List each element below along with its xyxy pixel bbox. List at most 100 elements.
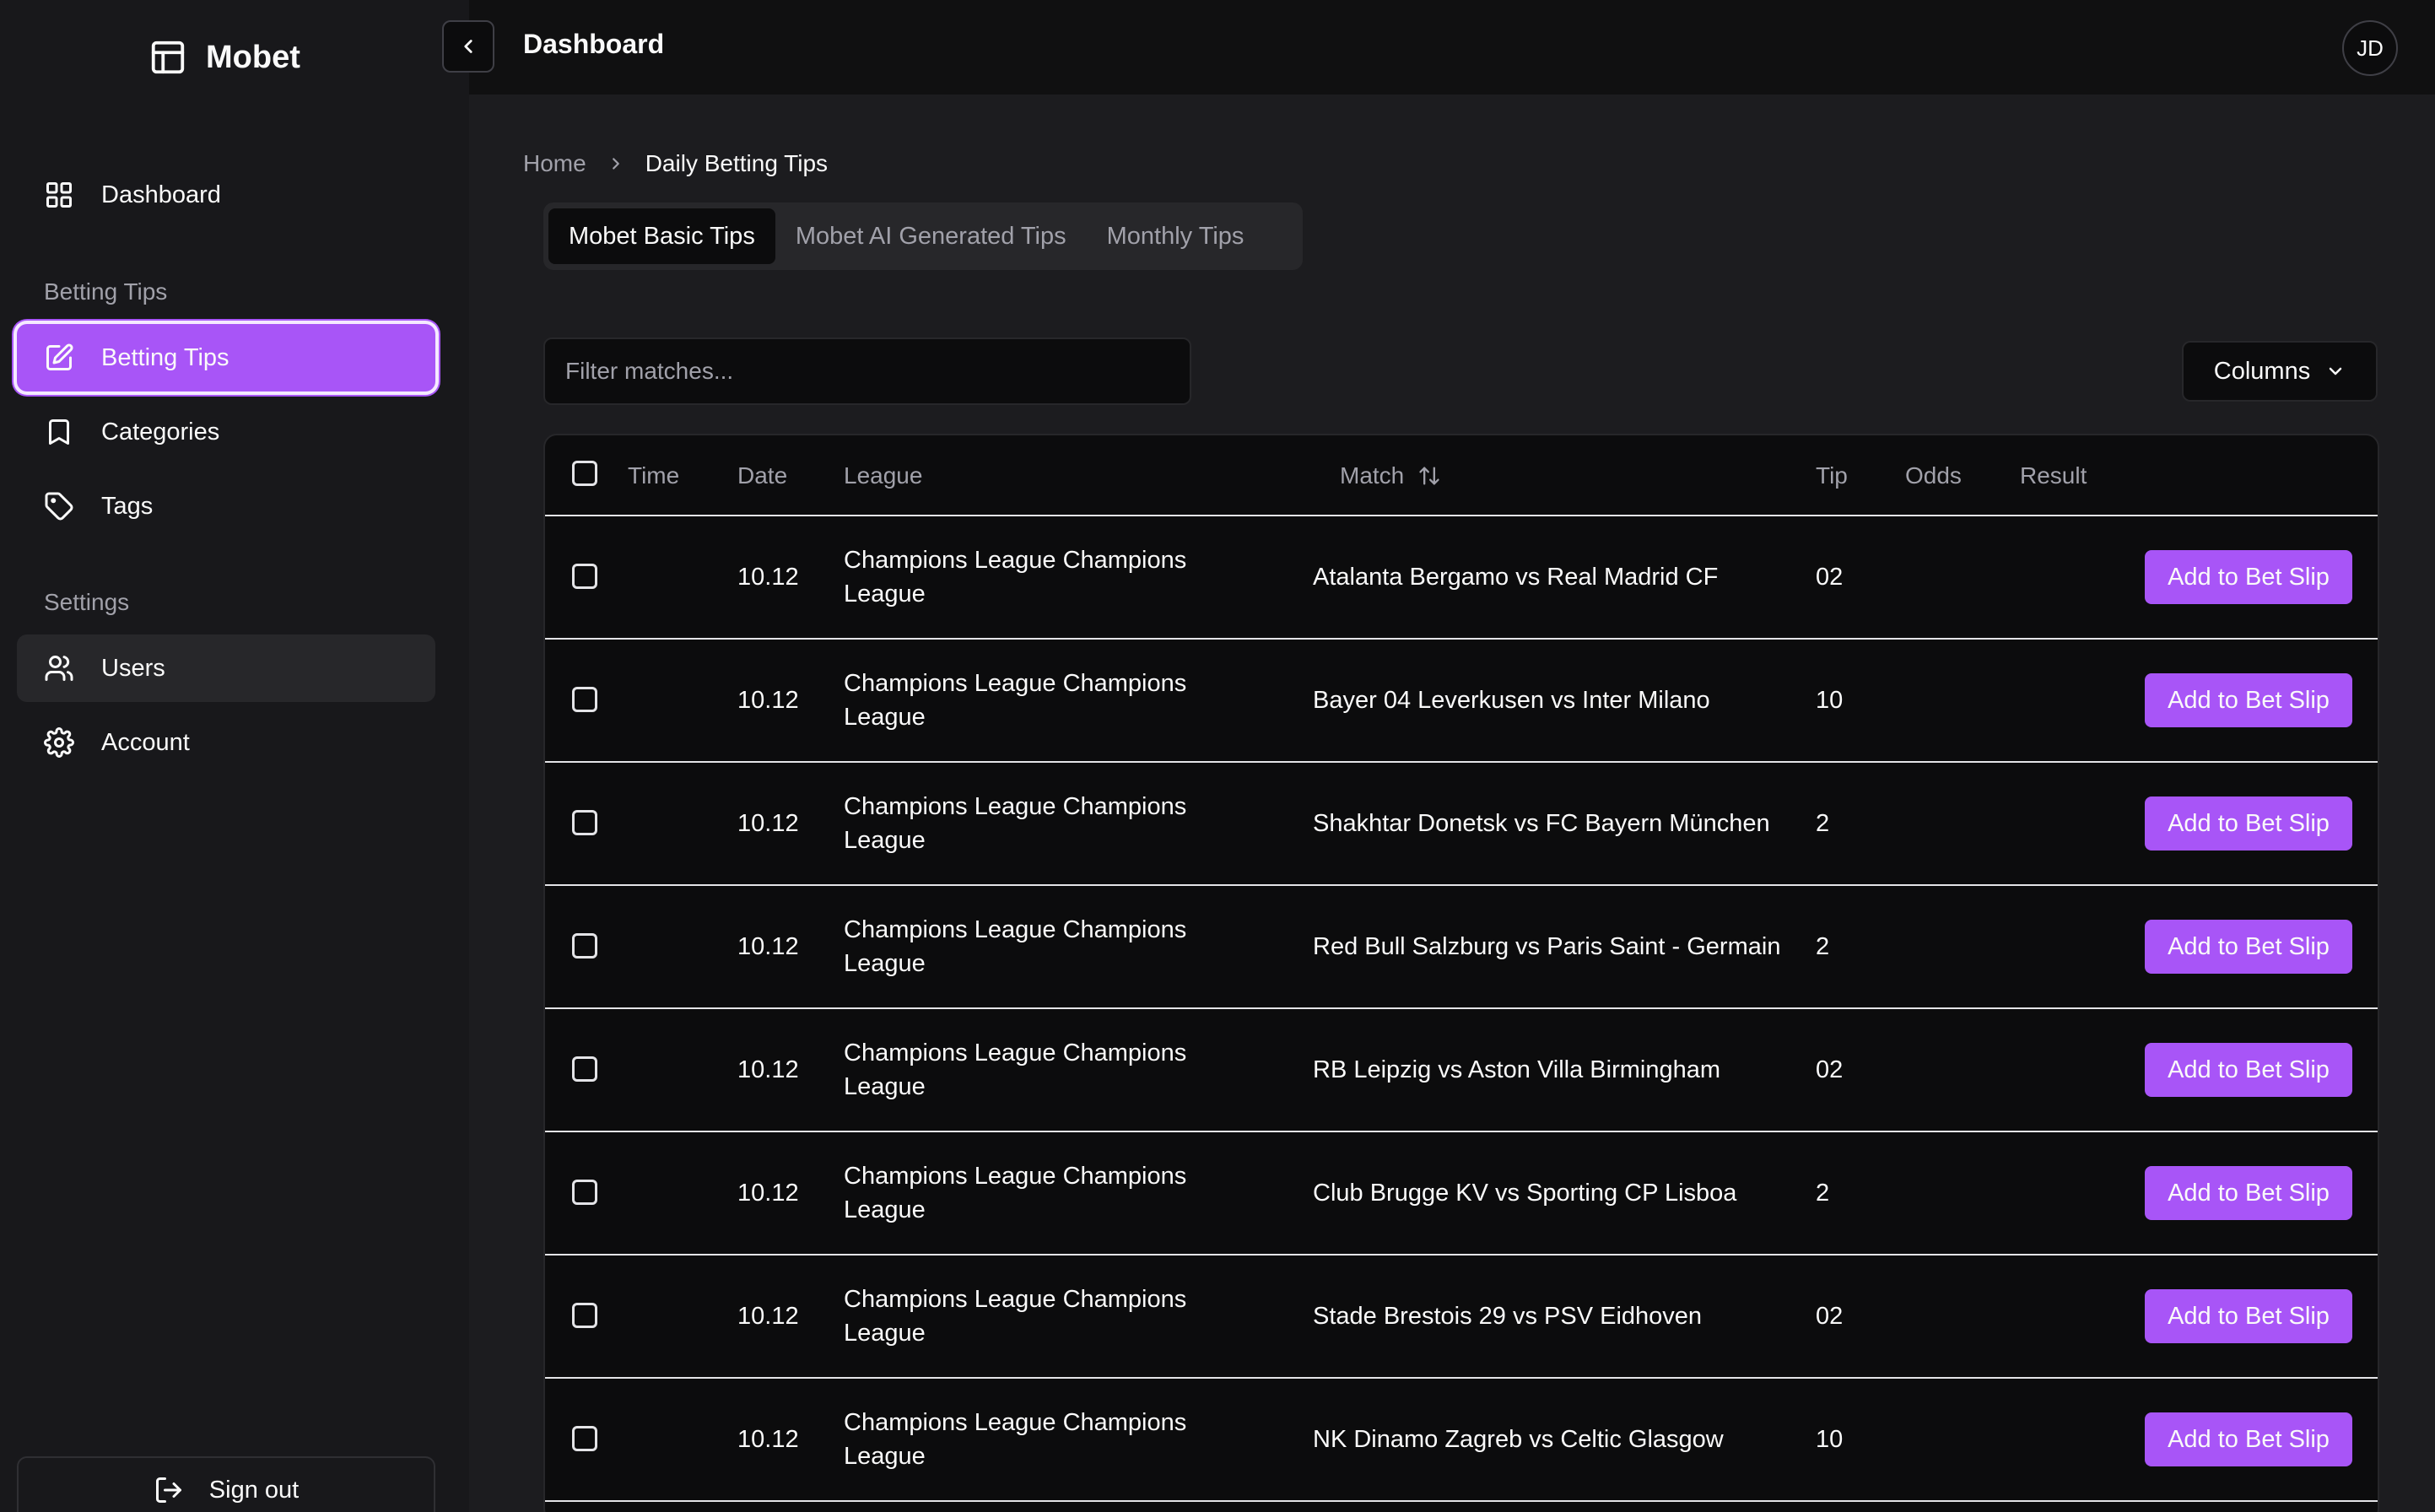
page-title: Dashboard [523, 29, 665, 59]
cell-league: Champions League Champions League [844, 1409, 1187, 1470]
columns-label: Columns [2213, 357, 2311, 385]
cell-league: Champions League Champions League [844, 547, 1187, 608]
row-checkbox[interactable] [572, 1426, 597, 1451]
sidebar-item-betting-tips[interactable]: Betting Tips [17, 324, 435, 392]
row-checkbox[interactable] [572, 1303, 597, 1328]
sidebar-item-label: Account [101, 728, 190, 756]
add-to-bet-slip-button[interactable]: Add to Bet Slip [2145, 1166, 2352, 1220]
row-checkbox[interactable] [572, 933, 597, 958]
tips-tabs: Mobet Basic Tips Mobet AI Generated Tips… [543, 202, 1303, 270]
tab-mobet-basic-tips[interactable]: Mobet Basic Tips [548, 208, 775, 264]
column-header-odds: Odds [1905, 462, 1962, 489]
row-checkbox[interactable] [572, 1056, 597, 1082]
cell-tip: 2 [1816, 809, 1830, 837]
cell-league: Champions League Champions League [844, 1286, 1187, 1347]
brand-name: Mobet [206, 39, 300, 75]
sidebar-item-label: Tags [101, 492, 154, 520]
table-row: 10.12 Champions League Champions League … [545, 1379, 2378, 1502]
cell-league: Champions League Champions League [844, 1163, 1187, 1223]
breadcrumb: Home Daily Betting Tips [523, 150, 828, 177]
grid-icon [44, 180, 74, 210]
add-to-bet-slip-button[interactable]: Add to Bet Slip [2145, 1289, 2352, 1343]
cell-league: Champions League Champions League [844, 916, 1187, 977]
table-header: Time Date League Match Tip Odds Result [545, 435, 2378, 516]
table-row: 10.12 Champions League Champions League … [545, 763, 2378, 886]
row-checkbox[interactable] [572, 564, 597, 589]
cell-date: 10.12 [737, 1302, 799, 1330]
cell-date: 10.12 [737, 1179, 799, 1207]
tab-mobet-ai-generated-tips[interactable]: Mobet AI Generated Tips [775, 208, 1087, 264]
column-header-date: Date [737, 462, 788, 489]
avatar[interactable]: JD [2342, 20, 2398, 76]
cell-date: 10.12 [737, 1425, 799, 1453]
sidebar-item-tags[interactable]: Tags [17, 472, 435, 540]
row-checkbox[interactable] [572, 810, 597, 835]
cell-match: RB Leipzig vs Aston Villa Birmingham [1313, 1056, 1721, 1083]
cell-date: 10.12 [737, 1056, 799, 1083]
brand[interactable]: Mobet [148, 34, 300, 81]
section-label-betting-tips: Betting Tips [44, 278, 168, 305]
sidebar-item-users[interactable]: Users [17, 634, 435, 702]
cell-match: Bayer 04 Leverkusen vs Inter Milano [1313, 687, 1710, 714]
row-checkbox[interactable] [572, 687, 597, 712]
gear-icon [44, 727, 74, 758]
column-header-match[interactable]: Match [1340, 462, 1441, 489]
sidebar-item-dashboard[interactable]: Dashboard [17, 161, 435, 229]
add-to-bet-slip-button[interactable]: Add to Bet Slip [2145, 920, 2352, 974]
select-all-checkbox[interactable] [572, 461, 597, 486]
app-root: Mobet Dashboard Betting Tips Betting Tip… [0, 0, 2435, 1512]
sort-icon [1419, 467, 1439, 485]
cell-tip: 10 [1816, 1425, 1844, 1453]
cell-match: Shakhtar Donetsk vs FC Bayern München [1313, 810, 1770, 837]
cell-tip: 02 [1816, 563, 1844, 591]
columns-button[interactable]: Columns [2182, 341, 2378, 402]
signout-label: Sign out [208, 1476, 300, 1504]
tab-monthly-tips[interactable]: Monthly Tips [1087, 208, 1265, 264]
row-checkbox[interactable] [572, 1180, 597, 1205]
cell-tip: 10 [1816, 686, 1844, 714]
sidebar-item-label: Users [101, 654, 165, 682]
breadcrumb-current: Daily Betting Tips [645, 150, 829, 176]
sidebar-item-label: Categories [101, 418, 220, 446]
sidebar-item-account[interactable]: Account [17, 709, 435, 776]
cell-date: 10.12 [737, 809, 799, 837]
table-row: 10.12 Champions League Champions League … [545, 886, 2378, 1009]
cell-match: Club Brugge KV vs Sporting CP Lisboa [1313, 1180, 1737, 1207]
top-bar [469, 0, 2435, 94]
cell-date: 10.12 [737, 932, 799, 960]
sidebar-item-label: Betting Tips [101, 343, 229, 371]
tag-icon [44, 491, 74, 521]
column-header-league: League [844, 462, 923, 489]
cell-tip: 2 [1816, 932, 1830, 960]
cell-league: Champions League Champions League [844, 1040, 1187, 1100]
add-to-bet-slip-button[interactable]: Add to Bet Slip [2145, 796, 2352, 850]
users-icon [44, 653, 74, 683]
section-label-settings: Settings [44, 589, 130, 615]
sidebar-item-label: Dashboard [101, 181, 221, 208]
add-to-bet-slip-button[interactable]: Add to Bet Slip [2145, 550, 2352, 604]
logout-icon [155, 1477, 181, 1503]
cell-date: 10.12 [737, 563, 799, 591]
filter-matches-input[interactable] [543, 338, 1191, 405]
cell-tip: 02 [1816, 1056, 1844, 1083]
sidebar: Mobet Dashboard Betting Tips Betting Tip… [0, 0, 469, 1512]
chevron-left-icon [464, 40, 472, 53]
cell-date: 10.12 [737, 686, 799, 714]
collapse-sidebar-button[interactable] [442, 20, 494, 73]
betting-tips-table: Time Date League Match Tip Odds Result 1… [543, 434, 2379, 1512]
layout-panel-icon [151, 40, 185, 74]
chevron-down-icon [2329, 367, 2342, 375]
breadcrumb-home[interactable]: Home [523, 150, 586, 177]
add-to-bet-slip-button[interactable]: Add to Bet Slip [2145, 673, 2352, 727]
add-to-bet-slip-button[interactable]: Add to Bet Slip [2145, 1412, 2352, 1466]
table-row: 10.12 Champions League Champions League … [545, 1256, 2378, 1379]
table-row: 10.12 Champions League Champions League … [545, 640, 2378, 763]
column-header-time: Time [628, 462, 680, 489]
cell-match: Red Bull Salzburg vs Paris Saint - Germa… [1313, 933, 1781, 960]
bookmark-icon [44, 417, 74, 447]
sidebar-item-categories[interactable]: Categories [17, 398, 435, 466]
cell-tip: 02 [1816, 1302, 1844, 1330]
column-header-result: Result [2020, 462, 2087, 489]
add-to-bet-slip-button[interactable]: Add to Bet Slip [2145, 1043, 2352, 1097]
signout-button[interactable]: Sign out [17, 1456, 435, 1512]
